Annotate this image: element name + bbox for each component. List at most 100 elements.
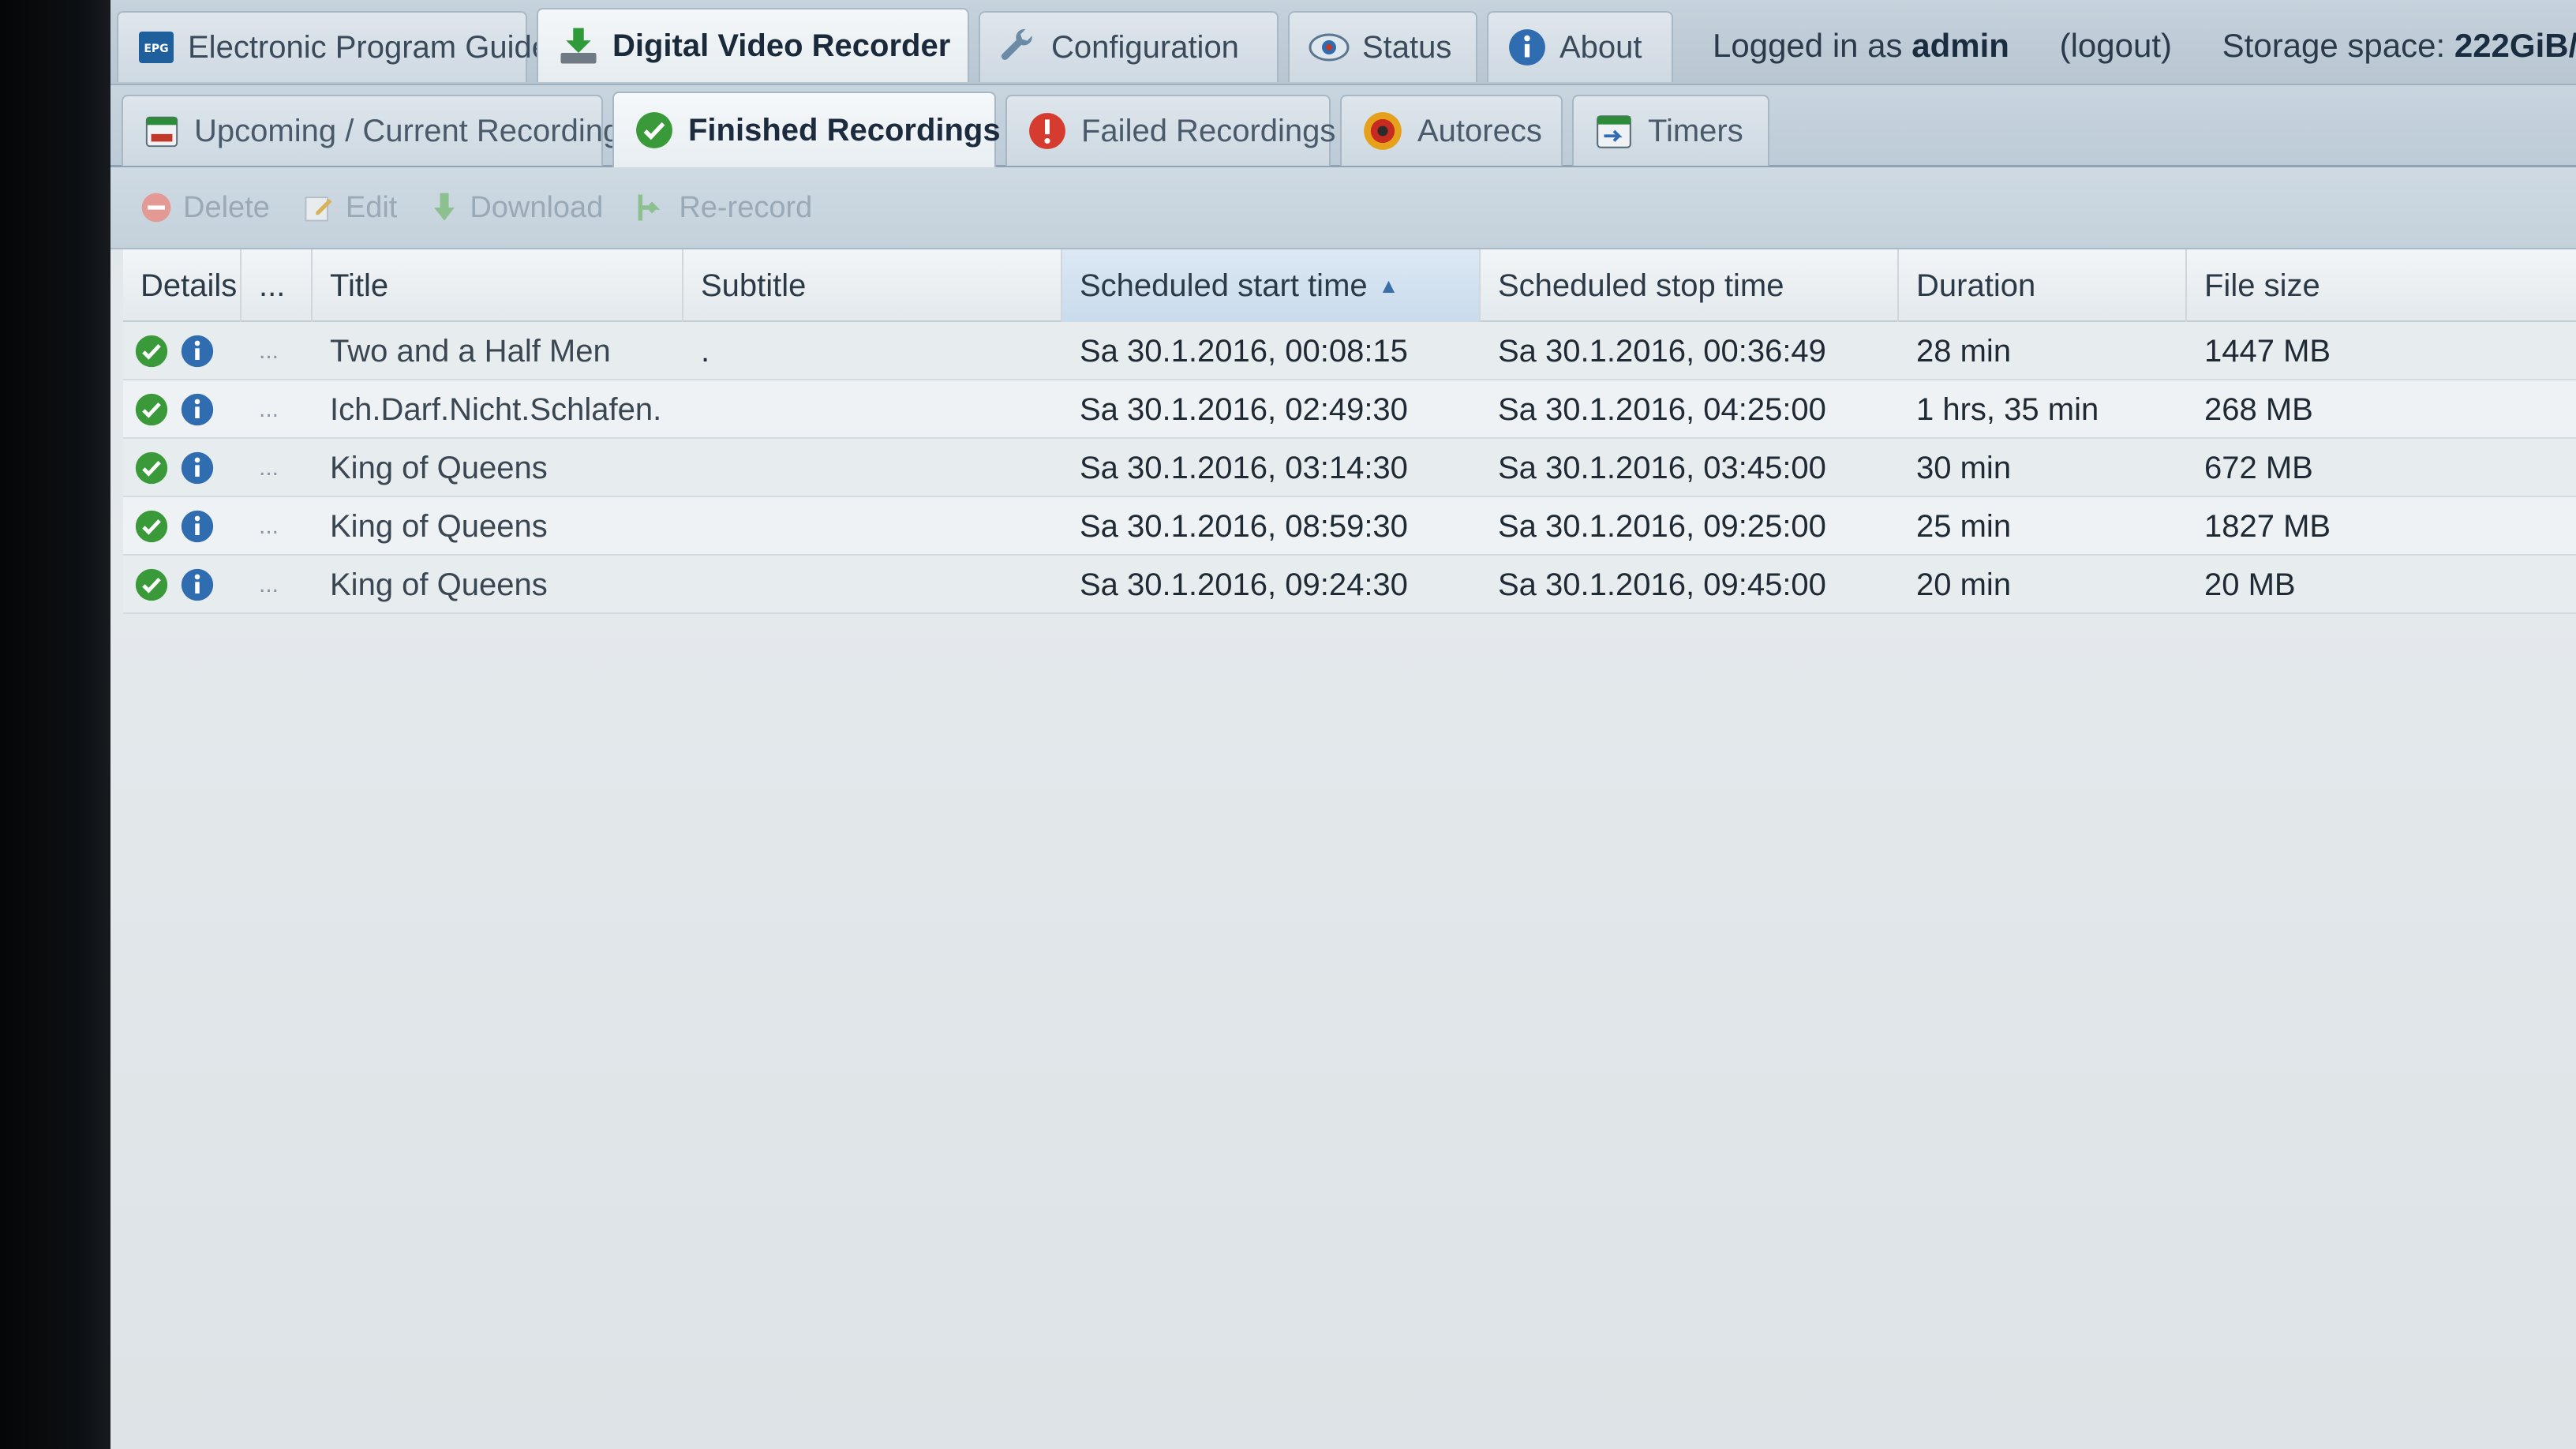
title-cell: Two and a Half Men (330, 333, 611, 369)
download-icon (557, 24, 600, 67)
delete-icon (139, 190, 174, 225)
info-icon[interactable] (180, 392, 215, 427)
svg-text:EPG: EPG (144, 43, 168, 55)
title-cell: King of Queens (330, 508, 548, 544)
column-header-details[interactable]: Details (123, 249, 242, 322)
tab-configuration[interactable]: Configuration (979, 11, 1279, 82)
edit-button[interactable]: Edit (301, 190, 397, 225)
more-cell[interactable]: ... (242, 322, 313, 380)
tvheadend-web-ui: EPG Electronic Program Guide Digital Vid… (110, 0, 2576, 1449)
title-cell: King of Queens (330, 567, 548, 602)
dvr-sub-tab-bar: Upcoming / Current Recordings Finished R… (110, 85, 2576, 167)
stop-time-cell: Sa 30.1.2016, 03:45:00 (1498, 450, 1826, 485)
completed-check-icon[interactable] (134, 451, 169, 485)
tab-digital-video-recorder[interactable]: Digital Video Recorder (537, 8, 969, 82)
more-cell[interactable]: ... (242, 556, 313, 614)
details-cell (123, 322, 242, 380)
storage-value: 222GiB/ (2454, 27, 2576, 64)
finished-recordings-grid: Details ... Title Subtitle Scheduled sta… (123, 249, 2576, 614)
table-row[interactable]: ... King of Queens Sa 30.1.2016, 03:14:3… (123, 439, 2576, 497)
info-icon (1507, 28, 1547, 67)
tab-upcoming-recordings[interactable]: Upcoming / Current Recordings (122, 95, 636, 166)
subtitle-cell (683, 380, 1062, 439)
download-button[interactable]: Download (429, 190, 603, 225)
completed-check-icon[interactable] (134, 567, 169, 602)
tab-status[interactable]: Status (1288, 11, 1477, 82)
edit-label: Edit (345, 190, 398, 224)
main-tab-bar: EPG Electronic Program Guide Digital Vid… (110, 0, 2576, 85)
table-row[interactable]: ... Ich.Darf.Nicht.Schlafen. Sa 30.1.201… (123, 380, 2576, 439)
stop-time-cell: Sa 30.1.2016, 09:45:00 (1498, 567, 1826, 602)
more-cell[interactable]: ... (242, 497, 313, 556)
timer-icon (1594, 111, 1634, 151)
epg-icon: EPG (137, 28, 175, 66)
table-row[interactable]: ... King of Queens Sa 30.1.2016, 09:24:3… (123, 556, 2576, 614)
delete-label: Delete (183, 190, 270, 224)
duration-cell: 1 hrs, 35 min (1916, 391, 2099, 427)
duration-cell: 20 min (1916, 567, 2012, 602)
column-header-duration[interactable]: Duration (1899, 249, 2187, 322)
more-cell[interactable]: ... (242, 439, 313, 497)
calendar-icon (144, 113, 180, 149)
tab-label: Timers (1648, 113, 1743, 148)
edit-icon (301, 190, 336, 225)
stop-time-cell: Sa 30.1.2016, 00:36:49 (1498, 333, 1826, 369)
column-header-more[interactable]: ... (242, 249, 313, 322)
column-header-start-time[interactable]: Scheduled start time ▲ (1062, 249, 1481, 322)
details-cell (123, 497, 242, 556)
file-size-cell: 672 MB (2204, 450, 2313, 485)
grid-body: ... Two and a Half Men . Sa 30.1.2016, 0… (123, 322, 2576, 614)
tab-label: About (1559, 29, 1642, 65)
start-time-cell: Sa 30.1.2016, 03:14:30 (1080, 450, 1408, 485)
start-time-cell: Sa 30.1.2016, 08:59:30 (1080, 508, 1408, 544)
error-icon (1028, 111, 1067, 151)
more-cell[interactable]: ... (242, 380, 313, 439)
start-time-cell: Sa 30.1.2016, 09:24:30 (1080, 567, 1408, 602)
tab-about[interactable]: About (1487, 11, 1673, 82)
tab-label: Digital Video Recorder (612, 28, 951, 63)
storage-label: Storage space: (2222, 27, 2446, 64)
info-icon[interactable] (180, 451, 215, 485)
tab-label: Autorecs (1417, 113, 1542, 148)
tab-failed-recordings[interactable]: Failed Recordings (1005, 95, 1335, 166)
rerecord-button[interactable]: Re-record (635, 190, 812, 225)
column-header-subtitle[interactable]: Subtitle (683, 249, 1062, 322)
completed-check-icon[interactable] (134, 392, 169, 427)
tab-finished-recordings[interactable]: Finished Recordings (612, 92, 1001, 167)
grid-header: Details ... Title Subtitle Scheduled sta… (123, 249, 2576, 322)
tab-timers[interactable]: Timers (1572, 95, 1769, 166)
username: admin (1911, 27, 2009, 64)
details-cell (123, 556, 242, 614)
table-row[interactable]: ... Two and a Half Men . Sa 30.1.2016, 0… (123, 322, 2576, 380)
tab-label: Electronic Program Guide (188, 29, 549, 65)
completed-check-icon[interactable] (134, 509, 169, 544)
tab-label: Configuration (1051, 29, 1239, 65)
file-size-cell: 1447 MB (2204, 333, 2331, 369)
tab-electronic-program-guide[interactable]: EPG Electronic Program Guide (117, 11, 549, 82)
table-row[interactable]: ... King of Queens Sa 30.1.2016, 08:59:3… (123, 497, 2576, 556)
recordings-toolbar: Delete Edit Download Re-record (110, 167, 2576, 249)
start-time-cell: Sa 30.1.2016, 02:49:30 (1080, 391, 1408, 427)
column-header-title[interactable]: Title (313, 249, 683, 322)
info-icon[interactable] (180, 567, 215, 602)
subtitle-cell (683, 439, 1062, 497)
subtitle-cell (683, 556, 1062, 614)
column-header-file-size[interactable]: File size (2187, 249, 2576, 322)
logout-link[interactable]: (logout) (2060, 27, 2172, 64)
duration-cell: 25 min (1916, 508, 2012, 544)
info-icon[interactable] (180, 334, 215, 369)
subtitle-cell (683, 497, 1062, 556)
download-label: Download (470, 190, 604, 224)
tab-label: Status (1362, 29, 1452, 65)
delete-button[interactable]: Delete (139, 190, 270, 225)
duration-cell: 28 min (1916, 333, 2012, 369)
completed-check-icon[interactable] (134, 334, 169, 369)
duration-cell: 30 min (1916, 450, 2012, 485)
tab-label: Failed Recordings (1081, 113, 1336, 148)
info-icon[interactable] (180, 509, 215, 544)
tab-autorecs[interactable]: Autorecs (1340, 95, 1563, 166)
rerecord-icon (635, 190, 669, 225)
subtitle-cell: . (701, 333, 710, 369)
details-cell (123, 380, 242, 439)
column-header-stop-time[interactable]: Scheduled stop time (1481, 249, 1899, 322)
